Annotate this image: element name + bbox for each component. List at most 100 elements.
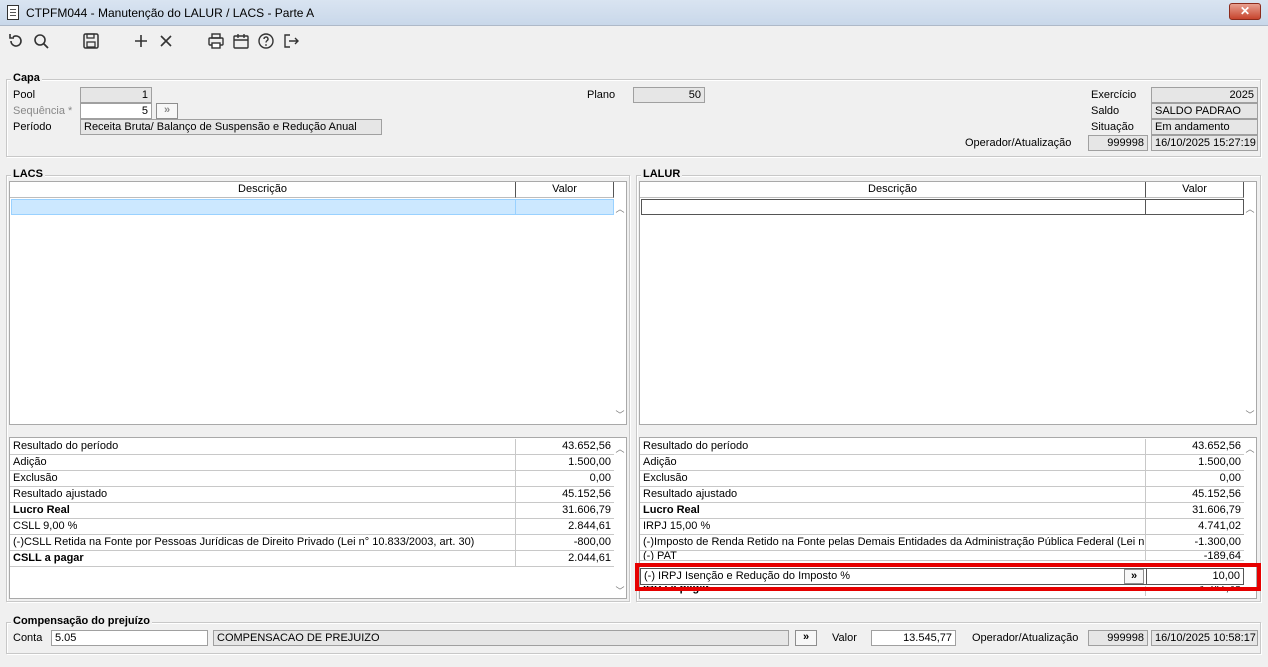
summary-value: 45.152,56 [1192, 488, 1241, 500]
table-row: Resultado ajustado 45.152,56 [10, 487, 614, 503]
table-row: CSLL 9,00 % 2.844,61 [10, 519, 614, 535]
plano-field[interactable]: 50 [633, 87, 705, 103]
print-icon[interactable] [206, 31, 228, 51]
search-icon[interactable] [31, 31, 53, 51]
window-title: CTPFM044 - Manutenção do LALUR / LACS - … [26, 6, 315, 20]
summary-label: Adição [10, 455, 516, 470]
summary-value: 43.652,56 [562, 440, 611, 452]
valor-field[interactable]: 13.545,77 [871, 630, 956, 646]
lalur-col-descricao[interactable]: Descrição [640, 182, 1146, 198]
summary-value: -800,00 [573, 536, 611, 548]
comp-atualizacao-field: 16/10/2025 10:58:17 [1151, 630, 1258, 646]
summary-label: Exclusão [10, 471, 516, 486]
exit-icon[interactable] [281, 31, 303, 51]
title-bar: CTPFM044 - Manutenção do LALUR / LACS - … [0, 0, 1268, 26]
operador-label: Operador/Atualização [965, 137, 1072, 149]
summary-value: 1.500,00 [568, 456, 611, 468]
periodo-field[interactable]: Receita Bruta/ Balanço de Suspensão e Re… [80, 119, 382, 135]
exercicio-label: Exercício [1091, 89, 1137, 101]
summary-label: (-)Imposto de Renda Retido na Fonte pela… [640, 535, 1146, 550]
summary-label: Resultado do período [640, 439, 1146, 454]
exercicio-field[interactable]: 2025 [1151, 87, 1258, 103]
saldo-field[interactable]: SALDO PADRAO [1151, 103, 1258, 119]
summary-value: 31.606,79 [562, 504, 611, 516]
close-button[interactable]: ✕ [1229, 3, 1261, 20]
summary-value: 1.500,00 [1198, 456, 1241, 468]
table-row: Resultado do período 43.652,56 [10, 439, 614, 455]
summary-label: Resultado ajustado [10, 487, 516, 502]
table-row: (-) PAT -189,64 [640, 551, 1244, 561]
summary-value: 31.606,79 [1192, 504, 1241, 516]
table-row: (-)CSLL Retida na Fonte por Pessoas Jurí… [10, 535, 614, 551]
saldo-label: Saldo [1091, 105, 1120, 117]
sequencia-field[interactable]: 5 [80, 103, 152, 119]
plano-label: Plano [587, 89, 616, 101]
summary-value: 0,00 [1219, 472, 1241, 484]
sequencia-lookup-button[interactable]: » [156, 103, 178, 119]
conta-descricao-field: COMPENSACAO DE PREJUIZO [213, 630, 789, 646]
lalur-entries-grid[interactable]: Descrição Valor ︿ ﹀ [639, 181, 1257, 425]
add-icon[interactable] [131, 31, 153, 51]
periodo-label: Período [13, 121, 52, 133]
situacao-field[interactable]: Em andamento [1151, 119, 1258, 135]
lacs-scroll-down-icon[interactable]: ﹀ [613, 408, 627, 421]
table-row: (-)Imposto de Renda Retido na Fonte pela… [640, 535, 1244, 551]
table-row: Resultado ajustado 45.152,56 [640, 487, 1244, 503]
situacao-label: Situação [1091, 121, 1134, 133]
summary-label: IRPJ 15,00 % [640, 519, 1146, 534]
compensacao-legend: Compensação do prejuízo [11, 615, 152, 627]
conta-label: Conta [13, 632, 43, 644]
table-row: Adição 1.500,00 [10, 455, 614, 471]
table-row: Adição 1.500,00 [640, 455, 1244, 471]
lacs-summary-scroll-up-icon[interactable]: ︿ [613, 442, 627, 455]
table-row: Resultado do período 43.652,56 [640, 439, 1244, 455]
refresh-icon[interactable] [6, 31, 28, 51]
pool-field[interactable]: 1 [80, 87, 152, 103]
lalur-selected-row[interactable] [641, 199, 1244, 215]
lacs-col-valor[interactable]: Valor [516, 182, 614, 198]
lalur-summary-scroll-up-icon[interactable]: ︿ [1243, 442, 1256, 455]
summary-value: 2.844,61 [568, 520, 611, 532]
save-icon[interactable] [81, 31, 103, 51]
lacs-selected-row[interactable] [11, 199, 614, 215]
lacs-col-descricao[interactable]: Descrição [10, 182, 516, 198]
summary-label: (-)CSLL Retida na Fonte por Pessoas Jurí… [10, 535, 516, 550]
summary-value: -189,64 [1203, 551, 1241, 561]
lalur-col-valor[interactable]: Valor [1146, 182, 1244, 198]
delete-icon[interactable] [156, 31, 178, 51]
lalur-scroll-up-icon[interactable]: ︿ [1243, 202, 1257, 215]
table-row: Lucro Real 31.606,79 [10, 503, 614, 519]
summary-value: 43.652,56 [1192, 440, 1241, 452]
conta-lookup-button[interactable]: » [795, 630, 817, 646]
operador-field: 999998 [1088, 135, 1148, 151]
summary-value: 0,00 [589, 472, 611, 484]
lacs-summary-scroll-down-icon[interactable]: ﹀ [613, 584, 627, 597]
summary-label: Exclusão [640, 471, 1146, 486]
valor-label: Valor [832, 632, 857, 644]
table-row: CSLL a pagar 2.044,61 [10, 551, 614, 567]
sequencia-label: Sequência * [13, 105, 73, 117]
summary-value: -1.300,00 [1194, 536, 1241, 548]
summary-label: Adição [640, 455, 1146, 470]
lalur-scroll-down-icon[interactable]: ﹀ [1243, 408, 1257, 421]
lacs-entries-grid[interactable]: Descrição Valor ︿ ﹀ [9, 181, 627, 425]
help-icon[interactable] [256, 31, 278, 51]
document-icon [7, 5, 19, 20]
summary-value: 2.044,61 [568, 552, 611, 564]
lalur-legend: LALUR [641, 168, 683, 180]
comp-operador-field: 999998 [1088, 630, 1148, 646]
table-row: IRPJ 15,00 % 4.741,02 [640, 519, 1244, 535]
capa-legend: Capa [11, 72, 42, 84]
lacs-scroll-up-icon[interactable]: ︿ [613, 202, 627, 215]
calendar-icon[interactable] [231, 31, 253, 51]
comp-operador-label: Operador/Atualização [972, 632, 1079, 644]
summary-value: 4.741,02 [1198, 520, 1241, 532]
summary-label: Lucro Real [640, 503, 1146, 518]
summary-label: (-) PAT [640, 551, 1146, 560]
atualizacao-field: 16/10/2025 15:27:19 [1151, 135, 1258, 151]
summary-label: Resultado do período [10, 439, 516, 454]
conta-field[interactable]: 5.05 [51, 630, 208, 646]
summary-label: Lucro Real [10, 503, 516, 518]
lacs-legend: LACS [11, 168, 45, 180]
summary-label: Resultado ajustado [640, 487, 1146, 502]
